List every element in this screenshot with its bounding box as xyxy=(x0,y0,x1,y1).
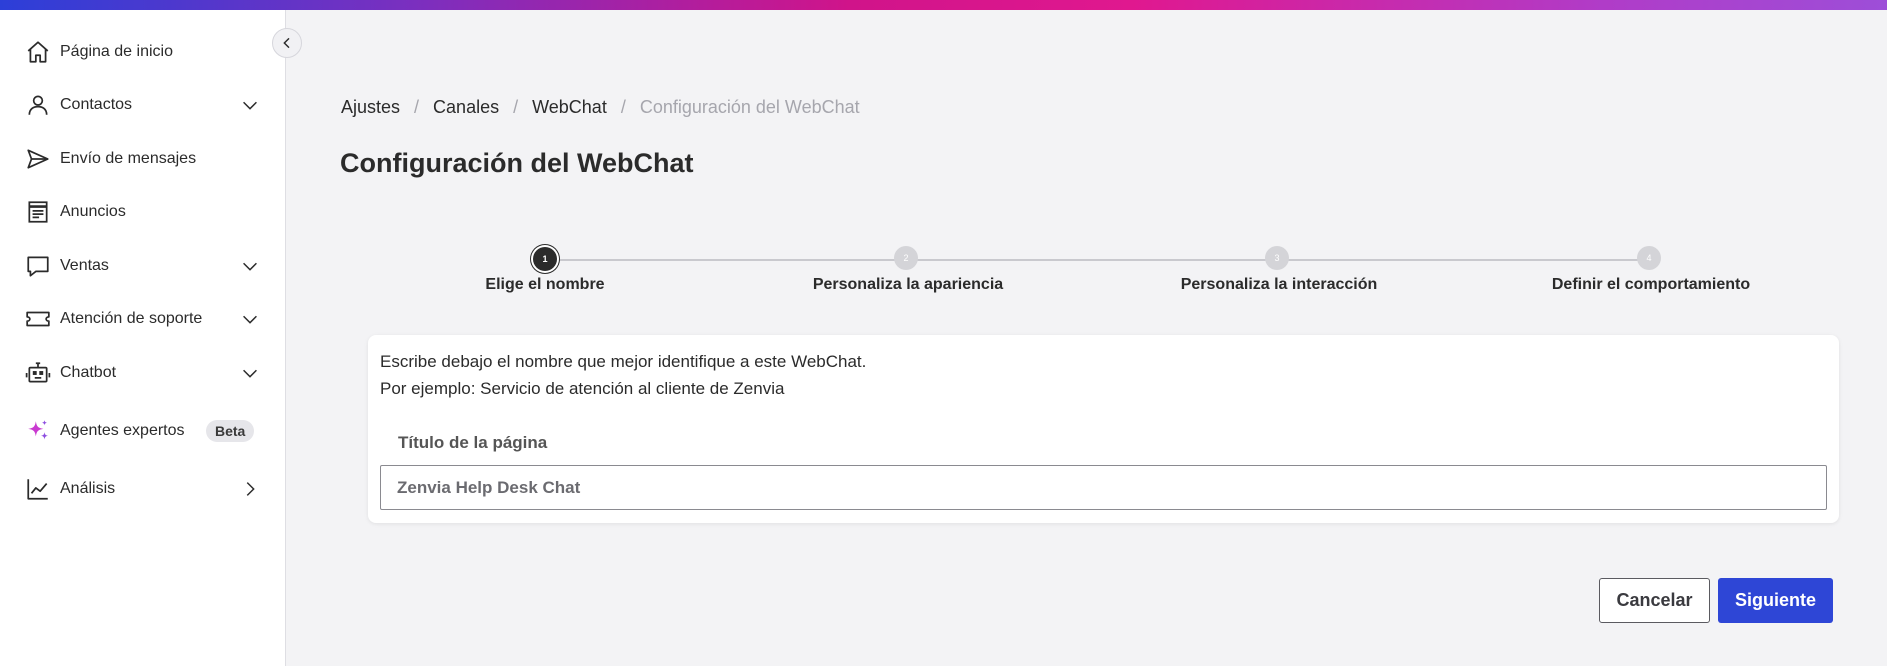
sidebar-item-chatbot[interactable]: Chatbot xyxy=(0,351,286,395)
breadcrumb: Ajustes / Canales / WebChat / Configurac… xyxy=(341,97,860,118)
breadcrumb-webchat[interactable]: WebChat xyxy=(532,97,607,118)
name-form-card: Escribe debajo el nombre que mejor ident… xyxy=(368,335,1839,523)
step-2-indicator: 2 xyxy=(894,246,918,270)
chevron-right-icon[interactable] xyxy=(238,477,262,501)
ticket-icon xyxy=(24,305,52,333)
page-title-input[interactable] xyxy=(380,465,1827,510)
sidebar-item-analytics[interactable]: Análisis xyxy=(0,467,286,511)
breadcrumb-settings[interactable]: Ajustes xyxy=(341,97,400,118)
sidebar-item-label: Agentes expertos xyxy=(60,422,185,439)
send-icon xyxy=(24,145,52,173)
sidebar-item-label: Contactos xyxy=(60,96,133,113)
chevron-down-icon[interactable] xyxy=(238,93,262,117)
breadcrumb-separator: / xyxy=(414,97,420,117)
form-description-line2: Por ejemplo: Servicio de atención al cli… xyxy=(380,379,785,398)
chat-bubble-icon xyxy=(24,252,52,280)
breadcrumb-channels[interactable]: Canales xyxy=(433,97,499,118)
user-icon xyxy=(24,91,52,119)
sidebar-item-label: Envío de mensajes xyxy=(60,150,197,167)
sparkles-icon xyxy=(24,417,52,445)
sidebar-item-label: Página de inicio xyxy=(60,43,173,60)
chevron-down-icon[interactable] xyxy=(238,254,262,278)
sidebar-item-label: Análisis xyxy=(60,480,116,497)
form-description-line1: Escribe debajo el nombre que mejor ident… xyxy=(380,352,867,371)
document-icon xyxy=(24,198,52,226)
brand-gradient-bar xyxy=(0,0,1887,10)
sidebar-item-support[interactable]: Atención de soporte xyxy=(0,297,286,341)
step-4-indicator: 4 xyxy=(1637,246,1661,270)
sidebar-item-label: Atención de soporte xyxy=(60,310,203,327)
next-button[interactable]: Siguiente xyxy=(1718,578,1833,623)
beta-badge: Beta xyxy=(206,420,255,442)
step-3-indicator: 3 xyxy=(1265,246,1289,270)
step-4-label: Definir el comportamiento xyxy=(1551,276,1751,293)
chevron-down-icon[interactable] xyxy=(238,307,262,331)
sidebar-item-home[interactable]: Página de inicio xyxy=(0,30,286,74)
breadcrumb-separator: / xyxy=(620,97,626,117)
sidebar-item-label: Anuncios xyxy=(60,203,126,220)
sidebar-item-ads[interactable]: Anuncios xyxy=(0,190,286,234)
sidebar-item-label: Chatbot xyxy=(60,364,117,381)
step-1-label: Elige el nombre xyxy=(485,276,605,293)
sidebar: Página de inicio Contactos Envío de mens… xyxy=(0,10,286,666)
sidebar-item-messaging[interactable]: Envío de mensajes xyxy=(0,137,286,181)
step-2-label: Personaliza la apariencia xyxy=(812,276,1004,293)
stepper-track xyxy=(545,259,1650,261)
step-1-indicator: 1 xyxy=(533,247,557,271)
sidebar-item-expert-agents[interactable]: Agentes expertos Beta xyxy=(0,409,286,453)
page-title-field-label: Título de la página xyxy=(398,433,548,452)
home-icon xyxy=(24,38,52,66)
step-3-label: Personaliza la interacción xyxy=(1180,276,1378,293)
sidebar-item-contacts[interactable]: Contactos xyxy=(0,83,286,127)
sidebar-item-sales[interactable]: Ventas xyxy=(0,244,286,288)
cancel-button[interactable]: Cancelar xyxy=(1599,578,1710,623)
chevron-left-icon xyxy=(283,37,290,49)
sidebar-collapse-button[interactable] xyxy=(272,28,302,58)
chart-line-icon xyxy=(24,475,52,503)
sidebar-item-label: Ventas xyxy=(60,257,109,274)
robot-icon xyxy=(24,359,52,387)
page-title: Configuración del WebChat xyxy=(340,148,694,178)
chevron-down-icon[interactable] xyxy=(238,361,262,385)
breadcrumb-current: Configuración del WebChat xyxy=(639,97,860,117)
breadcrumb-separator: / xyxy=(513,97,519,117)
